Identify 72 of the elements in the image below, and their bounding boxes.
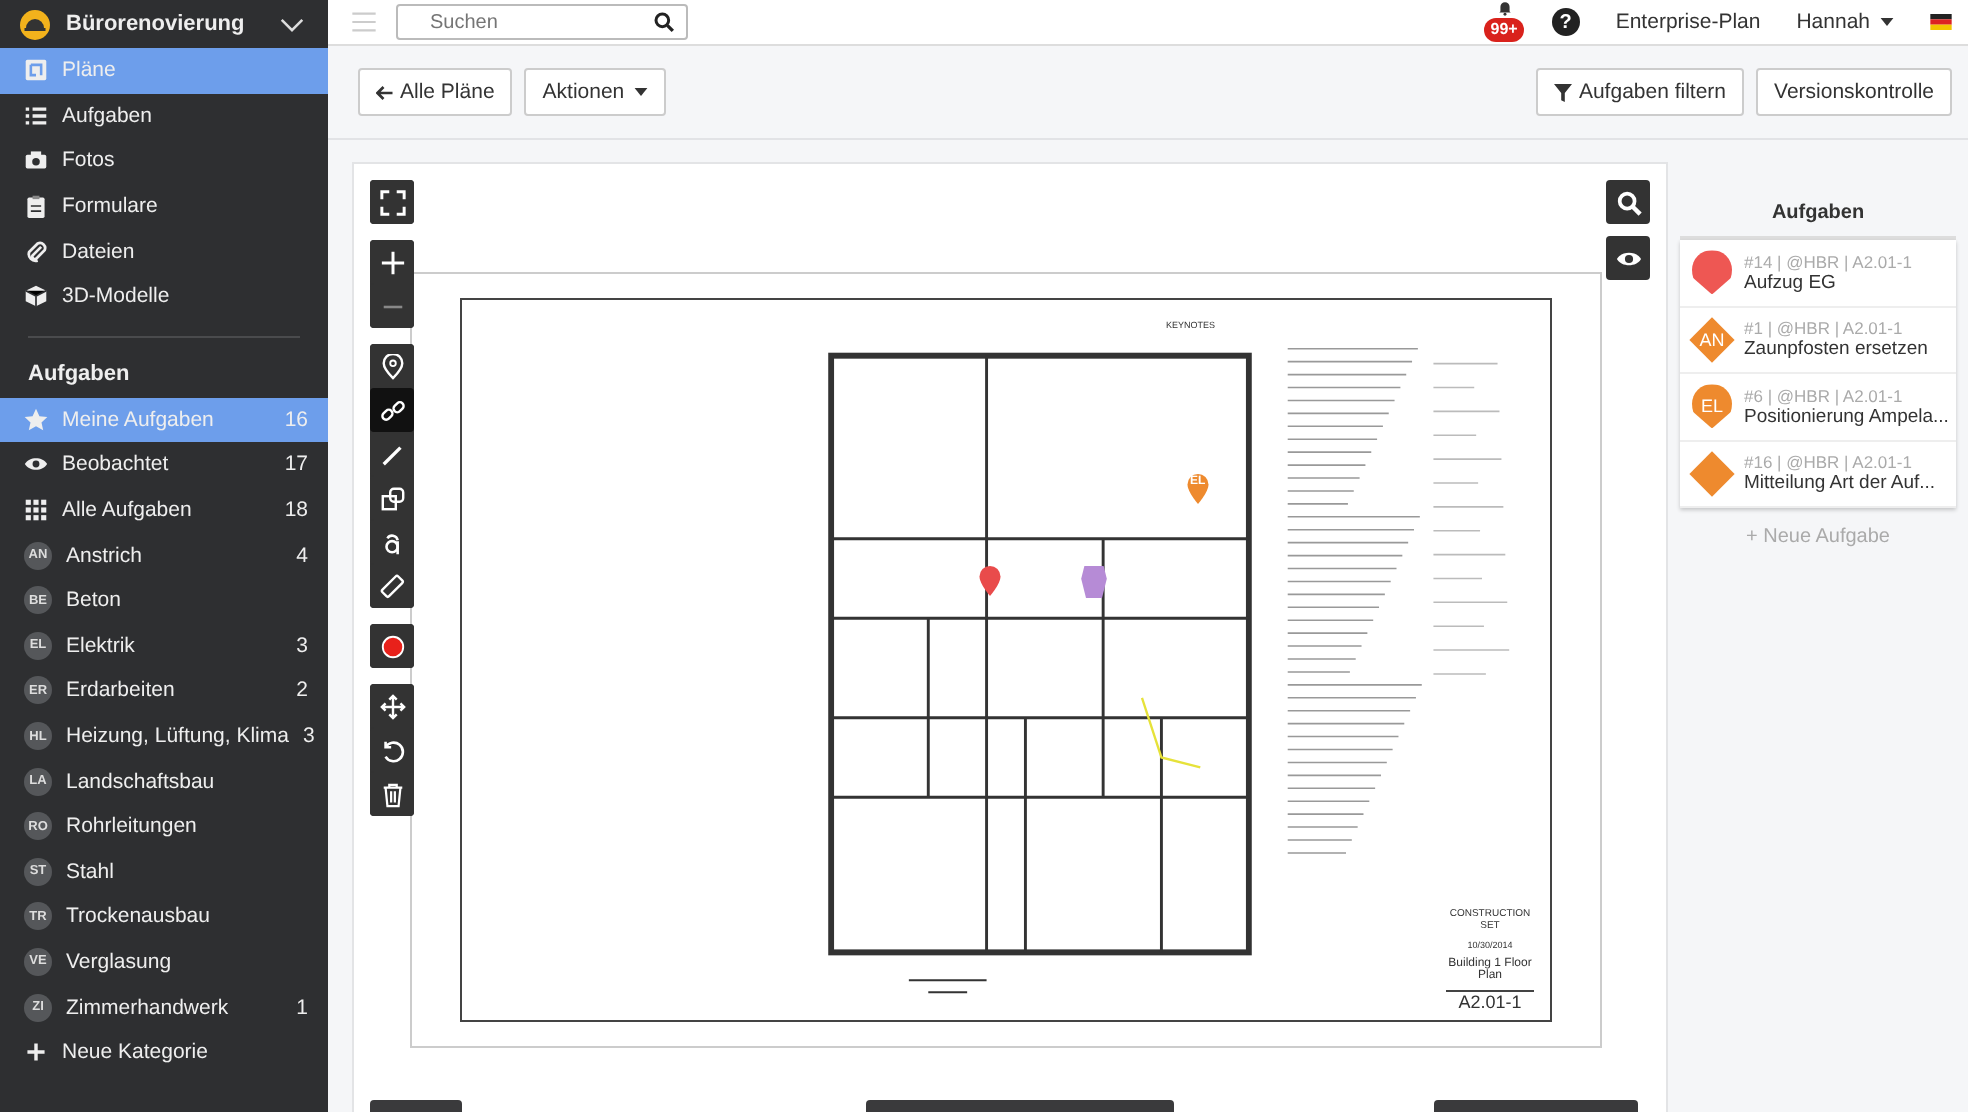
task-meta: #1 | @HBR | A2.01-1 bbox=[1744, 318, 1905, 339]
new-category-link[interactable]: Neue Kategorie bbox=[0, 1029, 328, 1075]
link-icon bbox=[379, 397, 405, 423]
bell-icon[interactable] bbox=[1495, 0, 1514, 16]
link-tool-button[interactable] bbox=[370, 388, 414, 432]
rotate-icon bbox=[379, 737, 405, 763]
caret-icon bbox=[1880, 18, 1894, 26]
caret-icon bbox=[634, 88, 649, 96]
nav-item[interactable]: Fotos bbox=[0, 138, 328, 184]
task-item[interactable]: AN #1 | @HBR | A2.01-1 Zaunpfosten ersetzen bbox=[1680, 307, 1956, 374]
notification-badge: 99+ bbox=[1484, 18, 1524, 42]
help-button[interactable]: ? bbox=[1551, 8, 1580, 36]
task-meta: #14 | @HBR | A2.01-1 bbox=[1744, 251, 1912, 272]
funnel-icon bbox=[1554, 83, 1573, 101]
area-marker-icon[interactable] bbox=[1078, 560, 1110, 604]
fullscreen-icon bbox=[379, 189, 405, 215]
move-icon bbox=[379, 693, 405, 719]
search-icon bbox=[654, 12, 674, 32]
task-item[interactable]: EL #6 | @HBR | A2.01-1 Positionierung Ampela... bbox=[1680, 374, 1956, 441]
task-title: Aufzug EG bbox=[1744, 271, 1838, 294]
fullscreen-tool-button[interactable] bbox=[370, 180, 414, 224]
text-icon bbox=[379, 529, 405, 555]
search-icon bbox=[1615, 189, 1641, 215]
zoom-in-icon bbox=[379, 249, 405, 275]
sheet-number: A2.01-1 bbox=[1446, 990, 1534, 1012]
record-tool-button[interactable] bbox=[370, 624, 414, 668]
record-icon bbox=[379, 633, 405, 659]
cube-icon bbox=[24, 284, 48, 309]
version-control-button[interactable]: Versionskontrolle bbox=[1756, 68, 1952, 116]
trash-icon bbox=[379, 781, 405, 807]
task-item[interactable]: #16 | @HBR | A2.01-1 Mitteilung Art der Auf... bbox=[1680, 441, 1956, 508]
category-pin-icon[interactable] bbox=[1186, 472, 1210, 506]
arrow-left-icon bbox=[376, 83, 394, 101]
actions-dropdown[interactable]: Aktionen bbox=[524, 68, 667, 116]
task-title: Mitteilung Art der Auf... bbox=[1744, 472, 1936, 495]
filter-item[interactable]: Beobachtet 17 bbox=[0, 442, 328, 488]
task-title: Positionierung Ampela... bbox=[1744, 405, 1948, 428]
shapes-icon bbox=[379, 485, 405, 511]
plus-icon bbox=[24, 1040, 48, 1065]
clipboard-icon bbox=[24, 194, 48, 219]
task-title: Zaunpfosten ersetzen bbox=[1744, 338, 1928, 361]
clip-icon bbox=[24, 239, 48, 264]
grid-icon bbox=[24, 498, 48, 523]
location-pin-icon[interactable] bbox=[978, 564, 1002, 598]
helmet-logo-icon bbox=[20, 9, 50, 39]
camera-icon bbox=[24, 148, 48, 173]
task-item[interactable]: #14 | @HBR | A2.01-1 Aufzug EG bbox=[1680, 240, 1956, 307]
nav-item[interactable]: 3D-Modelle bbox=[0, 273, 328, 320]
project-selector[interactable]: Bürorenovierung bbox=[0, 0, 328, 48]
pen-icon bbox=[379, 441, 405, 467]
search-field[interactable]: Suchen bbox=[396, 4, 688, 40]
pin-icon bbox=[379, 353, 405, 379]
plan-link[interactable]: Enterprise-Plan bbox=[1615, 10, 1761, 34]
task-meta: #16 | @HBR | A2.01-1 bbox=[1744, 452, 1914, 473]
filter-button[interactable]: Aufgaben filtern bbox=[1536, 68, 1745, 116]
star-icon bbox=[24, 407, 48, 432]
flag-icon[interactable] bbox=[1930, 14, 1952, 30]
visibility-button[interactable] bbox=[1606, 236, 1650, 280]
back-button[interactable]: Alle Pläne bbox=[358, 68, 513, 116]
nav-item[interactable]: Formulare bbox=[0, 183, 328, 229]
section-heading: Aufgaben bbox=[26, 359, 132, 390]
search-button[interactable] bbox=[1606, 180, 1650, 224]
filter-item[interactable]: Alle Aufgaben 18 bbox=[0, 487, 328, 533]
ruler-icon bbox=[379, 573, 405, 599]
nav-item[interactable]: Aufgaben bbox=[0, 93, 328, 139]
plans-icon bbox=[24, 58, 48, 83]
chevron-down-icon bbox=[280, 17, 304, 31]
nav-item[interactable]: Dateien bbox=[0, 228, 328, 274]
list-icon bbox=[24, 103, 48, 128]
user-menu[interactable]: Hannah bbox=[1796, 10, 1894, 34]
pin-marker: EL bbox=[1692, 384, 1732, 429]
task-meta: #6 | @HBR | A2.01-1 bbox=[1744, 385, 1905, 406]
